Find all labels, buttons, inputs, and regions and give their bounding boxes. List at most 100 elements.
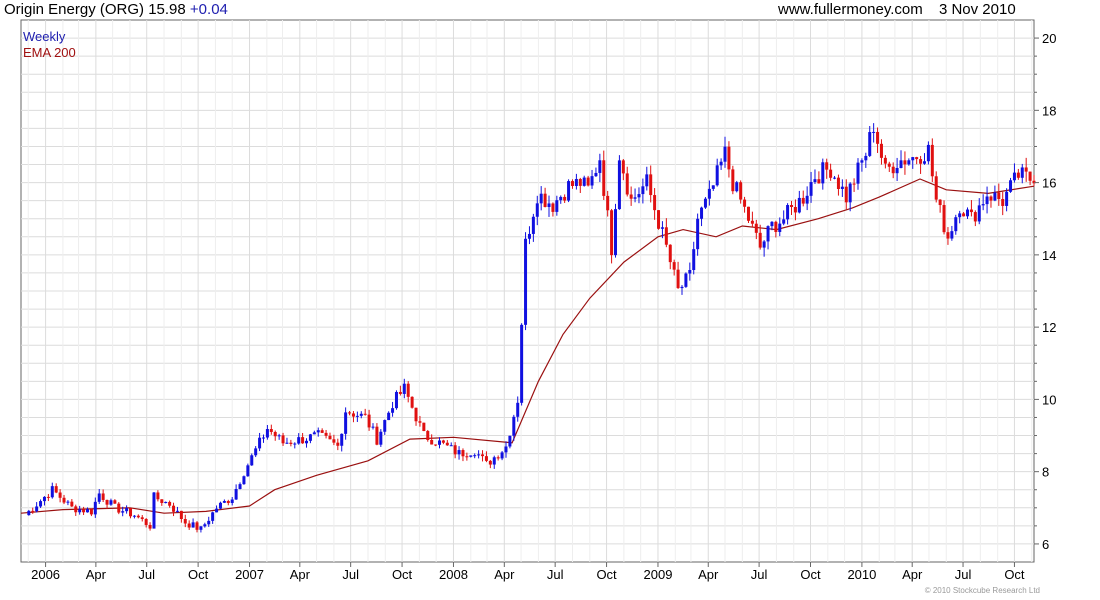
legend-ema: EMA 200 — [23, 45, 76, 60]
candle-down — [887, 163, 891, 167]
x-tick-label: Jul — [751, 567, 768, 582]
candle-up — [305, 440, 309, 444]
candle-down — [70, 501, 74, 507]
candle-up — [27, 510, 31, 516]
candle-up — [109, 500, 113, 505]
candle-up — [175, 510, 179, 512]
copyright: © 2010 Stockcube Research Ltd — [924, 586, 1040, 595]
x-tick-label: Jul — [955, 567, 972, 582]
x-tick-label: Oct — [800, 567, 821, 582]
candle-down — [273, 431, 277, 437]
candle-up — [85, 509, 89, 513]
candle-up — [559, 196, 563, 201]
candle-up — [833, 177, 837, 179]
candle-up — [203, 524, 207, 527]
candle-up — [809, 182, 813, 196]
y-tick-label: 6 — [1042, 537, 1049, 552]
candle-up — [246, 465, 250, 477]
candle-up — [312, 432, 316, 435]
candle-up — [797, 197, 801, 213]
candle-up — [242, 476, 246, 485]
candle-down — [891, 166, 895, 174]
candle-down — [551, 203, 555, 212]
candle-up — [633, 197, 637, 199]
candle-up — [598, 160, 602, 173]
candle-up — [868, 132, 872, 156]
candle-down — [195, 522, 199, 530]
candle-up — [926, 144, 930, 162]
candle-up — [899, 160, 903, 168]
candle-down — [825, 162, 829, 170]
candle-up — [895, 167, 899, 174]
candle-down — [629, 194, 633, 199]
candle-down — [281, 435, 285, 444]
candle-down — [739, 182, 743, 200]
candle-down — [46, 496, 50, 498]
candle-down — [563, 196, 567, 201]
candle-up — [121, 511, 125, 513]
candle-down — [414, 407, 418, 422]
candle-down — [332, 439, 336, 443]
candle-up — [42, 496, 46, 502]
candle-up — [786, 205, 790, 220]
candle-up — [594, 172, 598, 177]
candle-down — [289, 442, 293, 444]
candle-up — [238, 484, 242, 490]
x-tick-label: Jul — [547, 567, 564, 582]
candle-up — [469, 455, 473, 457]
candle-down — [398, 391, 402, 394]
candle-down — [105, 499, 109, 505]
candle-down — [876, 131, 880, 144]
candle-up — [371, 426, 375, 428]
candle-down — [676, 269, 680, 289]
candle-up — [547, 203, 551, 207]
candle-up — [680, 286, 684, 289]
candle-up — [512, 416, 516, 436]
candle-down — [324, 432, 328, 436]
candle-down — [946, 232, 950, 239]
candle-down — [453, 445, 457, 455]
candle-down — [1028, 171, 1032, 181]
candle-up — [316, 430, 320, 433]
candle-down — [320, 430, 324, 433]
y-tick-label: 12 — [1042, 320, 1056, 335]
candle-up — [966, 209, 970, 217]
x-tick-label: Oct — [596, 567, 617, 582]
candle-up — [684, 273, 688, 287]
candle-up — [688, 270, 692, 274]
candle-down — [156, 492, 160, 500]
candle-down — [750, 220, 754, 224]
y-tick-label: 14 — [1042, 248, 1056, 263]
candle-up — [637, 194, 641, 198]
candle-down — [406, 383, 410, 397]
candle-down — [578, 178, 582, 186]
candle-up — [222, 500, 226, 503]
chart-date: 3 Nov 2010 — [938, 1, 1016, 18]
candle-up — [660, 227, 664, 229]
candle-down — [653, 195, 657, 211]
candle-down — [441, 440, 445, 443]
candle-down — [74, 506, 78, 513]
x-tick-label: 2009 — [644, 567, 673, 582]
candle-down — [793, 206, 797, 213]
candle-down — [418, 421, 422, 423]
candle-up — [840, 186, 844, 189]
candle-down — [570, 181, 574, 186]
candle-up — [359, 413, 363, 416]
candle-up — [524, 238, 528, 325]
y-tick-label: 18 — [1042, 103, 1056, 118]
candle-up — [574, 178, 578, 186]
candle-down — [58, 492, 62, 498]
candle-up — [950, 231, 954, 239]
candle-down — [1024, 167, 1028, 172]
x-tick-label: Apr — [290, 567, 311, 582]
x-tick-label: 2010 — [847, 567, 876, 582]
candle-down — [790, 205, 794, 207]
candle-up — [500, 452, 504, 459]
candle-down — [301, 437, 305, 444]
candle-up — [954, 217, 958, 232]
candle-up — [700, 207, 704, 219]
candle-up — [735, 182, 739, 192]
x-tick-label: Apr — [698, 567, 719, 582]
candle-down — [962, 213, 966, 217]
